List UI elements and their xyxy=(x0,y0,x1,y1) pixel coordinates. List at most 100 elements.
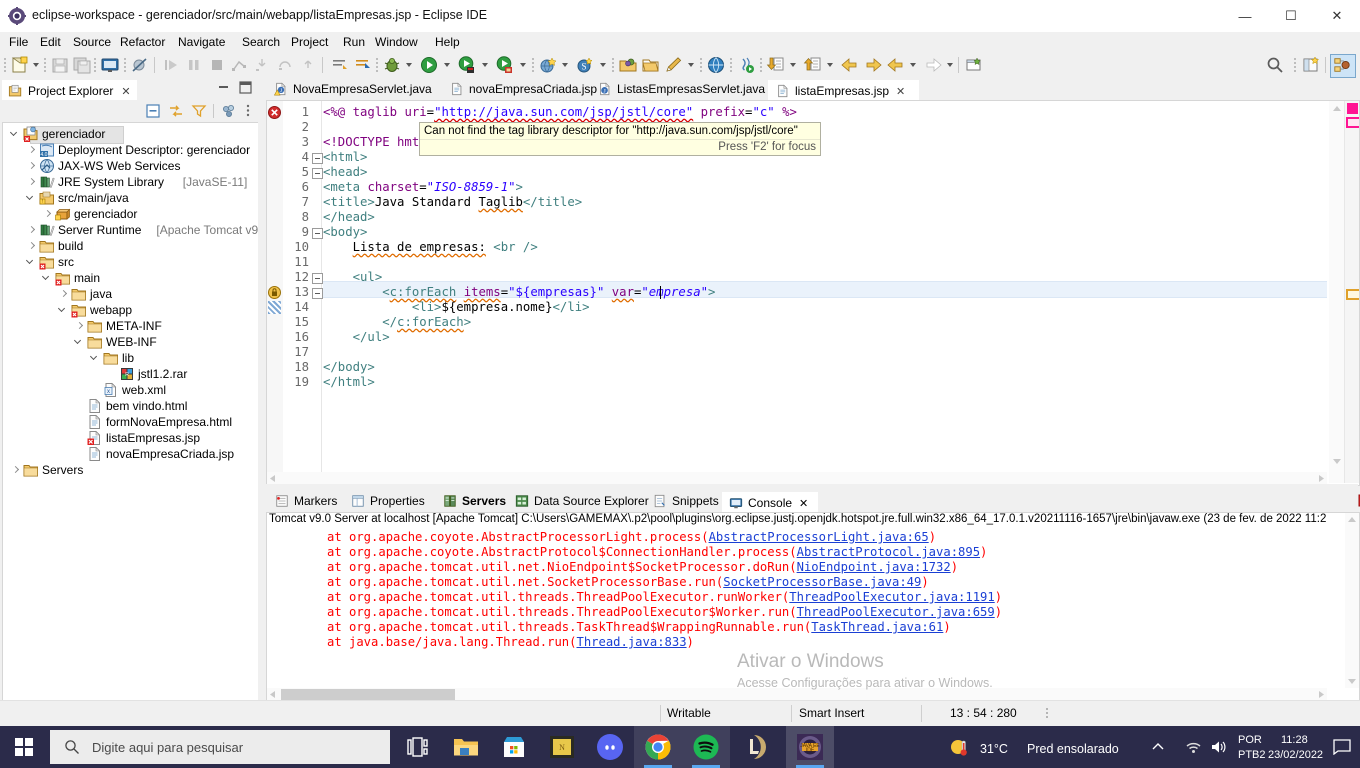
console-stack-link[interactable]: AbstractProcessorLight.java:65 xyxy=(709,530,929,544)
tree-item[interactable]: novaEmpresaCriada.jsp xyxy=(3,446,259,462)
edit-dropdown-arrow[interactable] xyxy=(688,63,694,67)
twisty-collapsed-icon[interactable] xyxy=(27,241,36,250)
editor-tab-listasempresasservlet-java[interactable]: J ListasEmpresasServlet.java xyxy=(590,78,784,100)
run-dropdown-arrow[interactable] xyxy=(444,63,450,67)
console-stack-link[interactable]: TaskThread.java:61 xyxy=(811,620,943,634)
editor-fold-toggle[interactable] xyxy=(312,153,323,164)
terminate-button[interactable] xyxy=(207,55,227,75)
editor-code-line[interactable]: </body> xyxy=(323,360,375,375)
tree-item[interactable]: x web.xml xyxy=(3,382,259,398)
console-scroll-thumb[interactable] xyxy=(281,689,455,700)
editor-warning-marker-icon[interactable] xyxy=(268,286,281,299)
export-dropdown-arrow[interactable] xyxy=(790,63,796,67)
console-vertical-scrollbar[interactable] xyxy=(1345,513,1359,688)
save-button[interactable] xyxy=(50,55,70,75)
editor-code-line[interactable]: <c:forEach items="${empresas}" var="empr… xyxy=(323,285,715,300)
tray-temperature[interactable]: 31°C xyxy=(980,742,1008,756)
twisty-expanded-icon[interactable] xyxy=(59,305,68,314)
run-on-server-dropdown-arrow[interactable] xyxy=(482,63,488,67)
menu-navigate[interactable]: Navigate xyxy=(175,34,228,50)
menu-file[interactable]: File xyxy=(6,34,31,50)
debug-dropdown-arrow[interactable] xyxy=(406,63,412,67)
editor-overview-ruler[interactable] xyxy=(1344,101,1359,483)
twisty-collapsed-icon[interactable] xyxy=(43,209,52,218)
run-on-server-button[interactable] xyxy=(457,55,477,75)
new-server-button[interactable]: S xyxy=(575,55,595,75)
tree-item[interactable]: JRE System Library [JavaSE-11] xyxy=(3,174,259,190)
tree-item[interactable]: build xyxy=(3,238,259,254)
console-stack-link[interactable]: ThreadPoolExecutor.java:659 xyxy=(797,605,995,619)
step-return-button[interactable] xyxy=(298,55,318,75)
new-button[interactable] xyxy=(10,55,30,75)
open-resource-button[interactable] xyxy=(641,55,661,75)
forward-dropdown-arrow[interactable] xyxy=(947,63,953,67)
show-hidden-icons-chevron-up-icon[interactable] xyxy=(1150,740,1166,754)
menu-help[interactable]: Help xyxy=(432,34,463,50)
editor-tab-novaempresacriada-jsp[interactable]: novaEmpresaCriada.jsp xyxy=(442,78,606,100)
twisty-collapsed-icon[interactable] xyxy=(27,225,36,234)
next-annotation-button[interactable] xyxy=(330,55,350,75)
console-stack-link[interactable]: NioEndpoint.java:1732 xyxy=(797,560,951,574)
project-explorer-tree[interactable]: gerenciador 4.0 Deployment Descriptor: ger… xyxy=(2,122,259,702)
tree-item[interactable]: Server Runtime [Apache Tomcat v9.0] xyxy=(3,222,259,238)
tree-item[interactable]: gerenciador xyxy=(3,126,259,144)
project-explorer-close-icon[interactable]: ✕ xyxy=(121,85,130,98)
open-console-button[interactable] xyxy=(100,55,120,75)
step-over-button[interactable] xyxy=(275,55,295,75)
run-button[interactable] xyxy=(419,55,439,75)
editor-fold-toggle[interactable] xyxy=(312,168,323,179)
tray-clock-date[interactable]: 23/02/2022 xyxy=(1268,749,1323,761)
twisty-expanded-icon[interactable] xyxy=(27,193,36,202)
skip-breakpoints-button[interactable] xyxy=(130,55,150,75)
editor-code-line[interactable]: </html> xyxy=(323,375,375,390)
eclipse-ide-button[interactable]: JAVA EE IDE xyxy=(786,726,834,768)
overview-error-range[interactable] xyxy=(1346,117,1359,128)
wifi-icon[interactable] xyxy=(1185,739,1203,755)
editor-code-line[interactable]: <html> xyxy=(323,150,367,165)
debug-button[interactable] xyxy=(382,55,402,75)
overview-error-marker[interactable] xyxy=(1347,103,1358,114)
import-dropdown-arrow[interactable] xyxy=(827,63,833,67)
step-into-button[interactable] xyxy=(252,55,272,75)
editor-marker-gutter[interactable] xyxy=(267,101,284,483)
menu-refactor[interactable]: Refactor xyxy=(117,34,168,50)
editor-error-marker-icon[interactable] xyxy=(268,106,281,119)
editor-code-line[interactable]: <!DOCTYPE hmtl> xyxy=(323,135,434,150)
twisty-expanded-icon[interactable] xyxy=(43,273,52,282)
maximize-button[interactable]: ☐ xyxy=(1268,0,1314,32)
new-dropdown-arrow[interactable] xyxy=(33,63,39,67)
editor-code-line[interactable]: </head> xyxy=(323,210,375,225)
editor-fold-toggle[interactable] xyxy=(312,273,323,284)
save-all-button[interactable] xyxy=(72,55,92,75)
tray-language-secondary[interactable]: PTB2 xyxy=(1238,749,1266,761)
view-menu-filter-icon[interactable] xyxy=(191,103,207,119)
twisty-expanded-icon[interactable] xyxy=(75,337,84,346)
debug-on-server-button[interactable] xyxy=(495,55,515,75)
bottom-tab-properties[interactable]: Properties xyxy=(344,490,450,512)
tree-item[interactable]: JAX-WS Web Services xyxy=(3,158,259,174)
editor-code-line[interactable]: <title>Java Standard Taglib</title> xyxy=(323,195,582,210)
weather-icon[interactable] xyxy=(950,737,972,759)
twisty-expanded-icon[interactable] xyxy=(91,353,100,362)
view-menu-chevron-icon[interactable] xyxy=(244,103,252,119)
twisty-collapsed-icon[interactable] xyxy=(59,289,68,298)
editor-vertical-scrollbar[interactable] xyxy=(1329,101,1345,483)
tree-item[interactable]: META-INF xyxy=(3,318,259,334)
file-explorer-button[interactable] xyxy=(442,726,490,768)
console-stack-link[interactable]: AbstractProtocol.java:895 xyxy=(797,545,980,559)
menu-search[interactable]: Search xyxy=(239,34,283,50)
editor-fold-toggle[interactable] xyxy=(312,288,323,299)
editor-code-line[interactable]: <meta charset="ISO-8859-1"> xyxy=(323,180,523,195)
minimize-button[interactable]: — xyxy=(1222,0,1268,32)
twisty-expanded-icon[interactable] xyxy=(27,257,36,266)
tree-item[interactable]: ! src/main/java xyxy=(3,190,259,206)
previous-annotation-button[interactable] xyxy=(353,55,373,75)
search-icon[interactable] xyxy=(1265,55,1285,75)
tab-project-explorer[interactable]: Project Explorer ✕ xyxy=(2,78,137,102)
view-menu-icon[interactable] xyxy=(221,103,237,119)
new-window-button[interactable] xyxy=(964,55,984,75)
tree-item[interactable]: src xyxy=(3,254,259,270)
tree-item[interactable]: Servers xyxy=(3,462,259,478)
start-button[interactable] xyxy=(0,726,48,768)
console-scroll-up-icon[interactable] xyxy=(1347,516,1357,524)
